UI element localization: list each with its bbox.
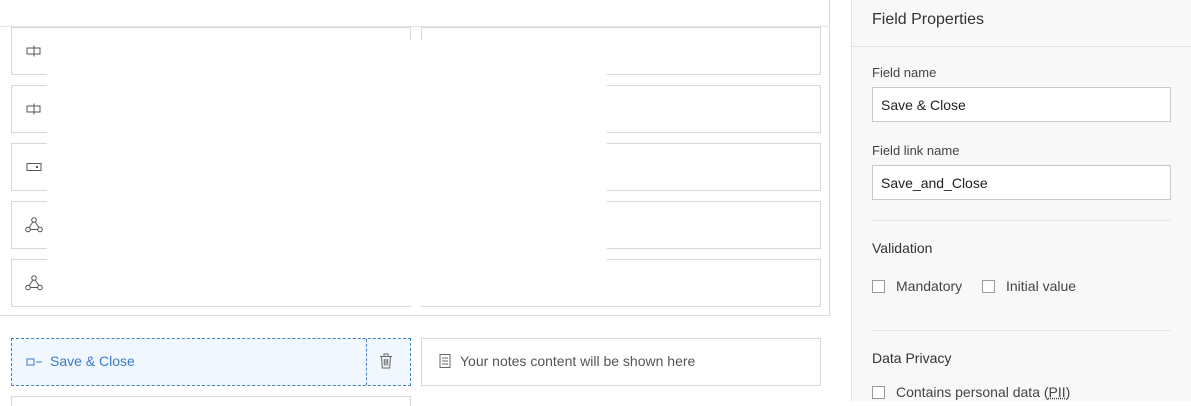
- field-name-label: Field name: [872, 65, 936, 80]
- panel-divider: [852, 46, 1191, 47]
- trash-icon[interactable]: [379, 353, 393, 374]
- workflow-icon: [25, 274, 43, 292]
- mandatory-checkbox[interactable]: [872, 280, 885, 293]
- button-icon: [25, 42, 43, 60]
- initial-value-checkbox[interactable]: [982, 280, 995, 293]
- mandatory-label: Mandatory: [896, 278, 962, 294]
- panel-title: Field Properties: [872, 11, 984, 29]
- pii-label: Contains personal data (PII): [896, 384, 1070, 400]
- field-link-name-label: Field link name: [872, 143, 959, 158]
- save-close-button-field[interactable]: Save & Close: [11, 338, 411, 386]
- panel-divider: [872, 330, 1171, 331]
- panel-divider: [872, 220, 1171, 221]
- initial-value-label: Initial value: [1006, 278, 1076, 294]
- field-link-name-input[interactable]: [872, 165, 1171, 200]
- mandatory-option[interactable]: Mandatory: [872, 278, 962, 294]
- input-box-icon: [25, 158, 43, 176]
- button-icon: [26, 355, 44, 373]
- pii-checkbox[interactable]: [872, 386, 885, 399]
- initial-value-option[interactable]: Initial value: [982, 278, 1076, 294]
- field-properties-panel: Field Properties Field name Field link n…: [851, 0, 1191, 401]
- workflow-icon: [25, 216, 43, 234]
- button-field-label: Save & Close: [50, 353, 135, 369]
- field-action-divider: [366, 339, 367, 385]
- notes-placeholder-text: Your notes content will be shown here: [460, 353, 695, 369]
- validation-heading: Validation: [872, 240, 932, 256]
- document-icon: [439, 354, 451, 373]
- form-canvas: Save & Close Your notes content will be …: [0, 0, 852, 401]
- notes-field[interactable]: Your notes content will be shown here: [421, 338, 821, 386]
- field-cell[interactable]: [11, 396, 411, 406]
- blank-overlay: [47, 40, 607, 306]
- data-privacy-heading: Data Privacy: [872, 350, 951, 366]
- field-name-input[interactable]: [872, 87, 1171, 122]
- pii-option[interactable]: Contains personal data (PII): [872, 384, 1070, 400]
- button-icon: [25, 100, 43, 118]
